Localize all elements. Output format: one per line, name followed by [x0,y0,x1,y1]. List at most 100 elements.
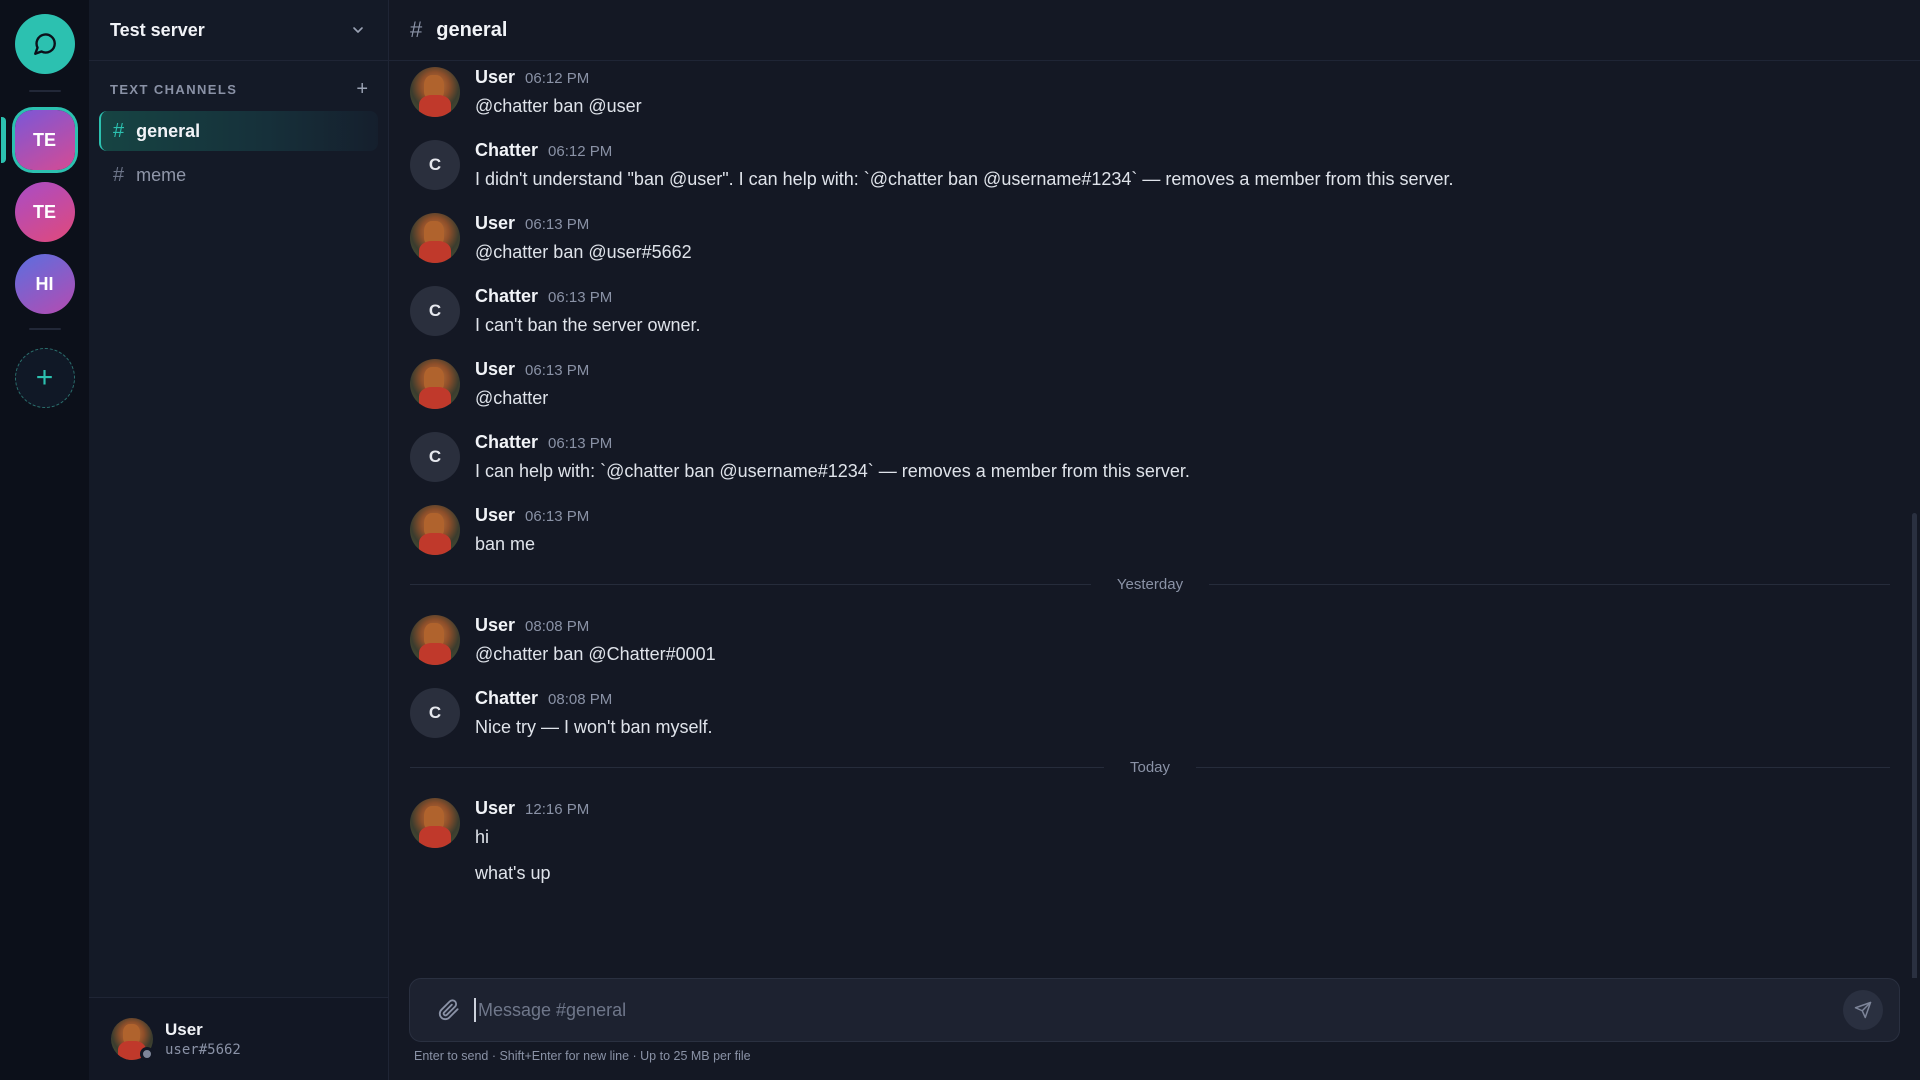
server-header[interactable]: Test server [89,0,388,61]
avatar[interactable]: C [410,140,460,190]
rail-divider [28,90,61,92]
composer-area: Enter to send · Shift+Enter for new line… [389,978,1920,1080]
avatar[interactable] [410,67,460,117]
message-timestamp: 12:16 PM [525,801,590,818]
date-divider-label: Yesterday [1116,576,1184,593]
channel-sidebar: Test server TEXT CHANNELS + # general # … [89,0,389,1080]
avatar[interactable] [410,798,460,848]
server-rail: TE TE HI + [0,0,89,1080]
add-server-button[interactable]: + [14,348,75,408]
message-text: Nice try — I won't ban myself. [475,717,713,737]
avatar[interactable]: C [410,432,460,482]
message: C Chatter 06:13 PM I can help with: `@cha… [410,432,1890,482]
message-timestamp: 06:12 PM [525,70,590,87]
message-author[interactable]: Chatter [475,432,538,453]
message: C Chatter 08:08 PM Nice try — I won't ban… [410,688,1890,738]
message-text: I can't ban the server owner. [475,315,701,335]
message: User 12:16 PM hi what's up [410,798,1890,884]
message-author[interactable]: User [475,213,515,234]
message: User 06:13 PM @chatter [410,359,1890,409]
message-input[interactable] [474,998,1843,1022]
avatar[interactable] [410,213,460,263]
avatar[interactable] [410,359,460,409]
message-text: @chatter [475,388,549,408]
section-title: TEXT CHANNELS [110,81,238,97]
message: User 06:13 PM ban me [410,505,1890,555]
message-author[interactable]: User [475,798,515,819]
message-list: User 06:12 PM @chatter ban @user C Chatte… [389,61,1920,978]
avatar[interactable]: C [410,688,460,738]
message-author[interactable]: User [475,615,515,636]
chat-main: # general User 06:12 PM @chatter ban @use… [389,0,1920,1080]
avatar[interactable] [410,505,460,555]
message-text: I can help with: `@chatter ban @username… [475,461,1190,481]
message-timestamp: 06:13 PM [548,435,613,452]
message: User 08:08 PM @chatter ban @Chatter#0001 [410,615,1890,665]
message-timestamp: 06:13 PM [548,289,613,306]
message-text: @chatter ban @user [475,96,642,116]
server-icon-3[interactable]: HI [14,254,75,314]
message-author[interactable]: User [475,67,515,88]
message-text: @chatter ban @user#5662 [475,242,692,262]
message-timestamp: 06:13 PM [525,362,590,379]
server-name: Test server [110,19,205,40]
hash-icon: # [113,163,125,186]
message-author[interactable]: User [475,505,515,526]
user-panel[interactable]: User user#5662 [89,997,388,1080]
message-text: I didn't understand "ban @user". I can h… [475,169,1454,189]
user-tag: user#5662 [165,1042,241,1058]
message-composer [409,978,1900,1042]
chat-bubble-icon [33,33,56,55]
app-root: TE TE HI + Test server TEXT CHANNELS + #… [0,0,1920,1080]
channel-label: general [136,120,201,141]
composer-hint: Enter to send · Shift+Enter for new line… [414,1049,751,1063]
hash-icon: # [113,119,125,142]
message: User 06:13 PM @chatter ban @user#5662 [410,213,1890,263]
message-author[interactable]: User [475,359,515,380]
send-button[interactable] [1843,990,1883,1030]
channel-item-general[interactable]: # general [99,111,378,151]
active-server-indicator [0,117,6,163]
server-icon-2[interactable]: TE [14,182,75,242]
channel-header: # general [389,0,1920,61]
server-icon-test-server[interactable]: TE [0,110,75,170]
date-divider: Yesterday [410,576,1891,593]
message-text: hi [475,827,490,847]
message-text: what's up [475,863,551,883]
avatar[interactable]: C [410,286,460,336]
server-initials: TE [32,201,56,222]
paperclip-icon[interactable] [438,999,460,1021]
message: User 06:12 PM @chatter ban @user [410,67,1890,117]
server-initials: HI [35,273,54,294]
date-divider-label: Today [1129,759,1171,776]
channel-label: meme [136,164,187,185]
message-author[interactable]: Chatter [475,140,538,161]
text-channels-header: TEXT CHANNELS + [89,61,388,107]
chevron-down-icon [353,27,363,33]
date-divider: Today [410,759,1890,776]
message: C Chatter 06:12 PM I didn't understand "b… [410,140,1890,190]
channel-title: general [436,18,508,41]
add-channel-button[interactable]: + [356,79,368,99]
user-name: User [165,1020,203,1039]
channel-item-meme[interactable]: # meme [99,155,378,195]
rail-divider [28,328,61,330]
hash-icon: # [410,17,423,42]
send-icon [1854,1001,1872,1019]
avatar[interactable] [410,615,460,665]
message-timestamp: 06:12 PM [548,143,613,160]
message-timestamp: 06:13 PM [525,508,590,525]
message: C Chatter 06:13 PM I can't ban the server… [410,286,1890,336]
plus-icon: + [35,361,54,394]
scrollbar-thumb[interactable] [1912,513,1917,978]
message-timestamp: 08:08 PM [525,618,590,635]
server-initials: TE [32,129,56,150]
message-text: ban me [475,534,536,554]
home-button[interactable] [14,14,75,74]
message-author[interactable]: Chatter [475,286,538,307]
message-author[interactable]: Chatter [475,688,538,709]
message-timestamp: 08:08 PM [548,691,613,708]
message-timestamp: 06:13 PM [525,216,590,233]
status-indicator [140,1047,154,1061]
message-text: @chatter ban @Chatter#0001 [475,644,716,664]
